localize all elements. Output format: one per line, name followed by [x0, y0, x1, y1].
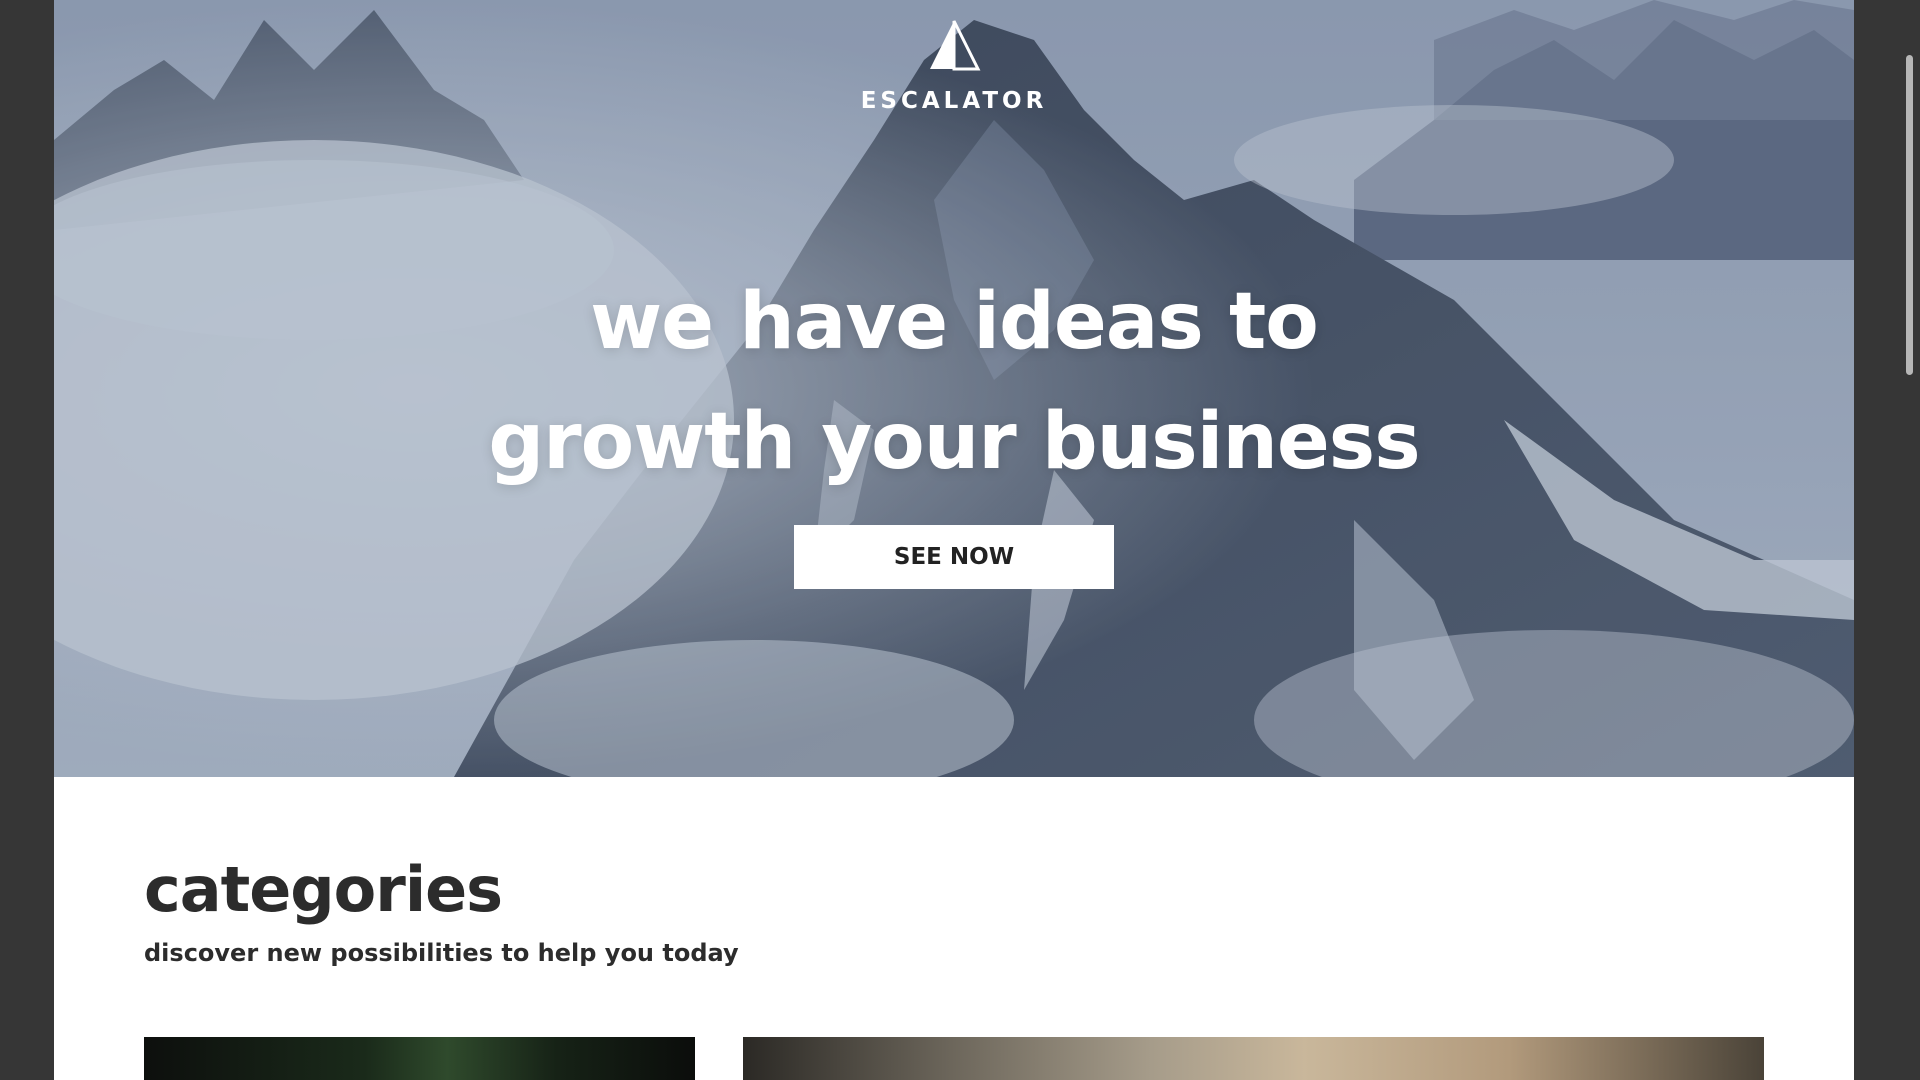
category-card-desk[interactable]	[743, 1037, 1764, 1080]
hero-headline: we have ideas to growth your business	[54, 262, 1854, 502]
brand-logo[interactable]: ESCALATOR	[54, 18, 1854, 114]
see-now-button[interactable]: SEE NOW	[794, 525, 1114, 589]
brand-name: ESCALATOR	[860, 88, 1048, 114]
triangle-logo-icon	[930, 20, 981, 71]
page: ESCALATOR we have ideas to growth your b…	[54, 0, 1854, 1080]
headline-line-1: we have ideas to	[590, 277, 1319, 368]
categories-subtitle: discover new possibilities to help you t…	[144, 939, 739, 967]
scrollbar-thumb[interactable]	[1906, 55, 1913, 375]
hero-section: ESCALATOR we have ideas to growth your b…	[54, 0, 1854, 777]
categories-section: categories discover new possibilities to…	[144, 850, 739, 970]
categories-title: categories	[144, 853, 503, 926]
headline-line-2: growth your business	[488, 397, 1420, 488]
category-card-plants[interactable]	[144, 1037, 695, 1080]
